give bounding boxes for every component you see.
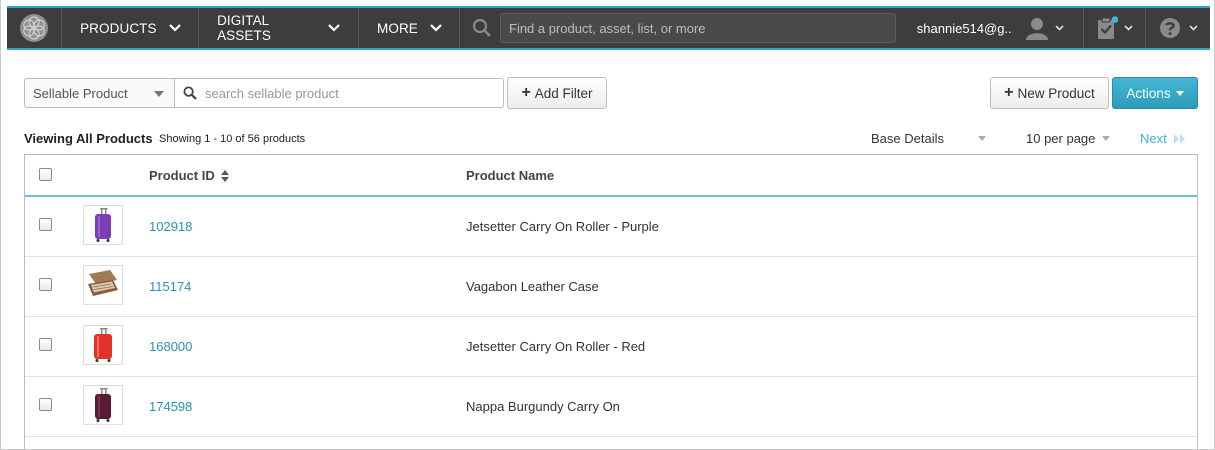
chevron-down-icon — [1055, 25, 1064, 31]
plus-icon: + — [521, 84, 531, 101]
logo-flower-icon — [20, 14, 49, 42]
logo[interactable] — [7, 8, 63, 48]
products-table: Product ID Product Name 102918 Jetsetter… — [24, 154, 1198, 450]
caret-down-icon — [1175, 90, 1184, 96]
search-icon[interactable] — [472, 18, 492, 38]
product-thumbnail[interactable] — [83, 385, 123, 425]
chevron-down-icon — [1124, 25, 1133, 31]
tasks-menu[interactable] — [1084, 8, 1147, 48]
product-name: Vagabon Leather Case — [466, 279, 599, 294]
suitcase-icon — [95, 388, 111, 422]
table-row[interactable]: 102918 Jetsetter Carry On Roller - Purpl… — [25, 197, 1197, 257]
product-name: Nappa Burgundy Carry On — [466, 399, 620, 414]
chevron-down-icon — [328, 24, 340, 32]
table-row[interactable]: 168000 Jetsetter Carry On Roller - Red — [25, 317, 1197, 377]
viewing-label: Viewing All Products — [24, 131, 153, 146]
product-type-select[interactable]: Sellable Product — [24, 78, 175, 108]
nav-products-menu[interactable]: PRODUCTS — [62, 8, 200, 48]
nav-products-label: PRODUCTS — [80, 20, 157, 36]
double-chevron-right-icon — [1173, 133, 1187, 145]
column-header-product-id[interactable]: Product ID — [149, 168, 229, 183]
user-menu[interactable]: shannie514@g... — [916, 8, 1085, 48]
user-email: shannie514@g... — [916, 20, 1013, 36]
caret-down-icon — [978, 136, 986, 141]
product-id-link[interactable]: 168000 — [149, 339, 192, 354]
global-search — [460, 8, 899, 48]
nav-more-label: MORE — [377, 20, 418, 36]
chevron-down-icon — [168, 24, 181, 32]
suitcase-icon — [95, 208, 111, 242]
product-search — [174, 78, 504, 108]
select-all-checkbox[interactable] — [39, 168, 52, 181]
help-icon — [1159, 17, 1181, 39]
nav-more-menu[interactable]: MORE — [359, 8, 460, 48]
search-icon — [183, 86, 197, 100]
table-header: Product ID Product Name — [25, 155, 1197, 197]
add-filter-button[interactable]: + Add Filter — [507, 77, 607, 109]
product-name: Jetsetter Carry On Roller - Purple — [466, 219, 659, 234]
nav-digital-assets-menu[interactable]: DIGITAL ASSETS — [199, 8, 359, 48]
app-frame: PRODUCTS DIGITAL ASSETS MORE shannie514@… — [0, 0, 1215, 450]
product-thumbnail[interactable] — [83, 325, 123, 365]
new-product-label: New Product — [1017, 85, 1095, 101]
plus-icon: + — [1004, 84, 1014, 101]
chevron-down-icon — [1188, 25, 1198, 31]
product-id-link[interactable]: 102918 — [149, 219, 192, 234]
nav-digital-assets-label: DIGITAL ASSETS — [217, 13, 271, 43]
row-checkbox[interactable] — [39, 278, 52, 291]
per-page-selected: 10 per page — [1026, 131, 1096, 146]
next-page-button[interactable]: Next — [1140, 131, 1187, 146]
product-type-selected: Sellable Product — [33, 85, 128, 101]
column-label: Product Name — [466, 168, 555, 183]
sort-icon — [220, 169, 229, 182]
user-icon — [1025, 16, 1049, 40]
help-menu[interactable] — [1146, 8, 1210, 48]
new-product-button[interactable]: + New Product — [990, 77, 1109, 109]
next-label: Next — [1140, 131, 1167, 146]
row-checkbox[interactable] — [39, 338, 52, 351]
showing-count: Showing 1 - 10 of 56 products — [159, 133, 306, 145]
add-filter-label: Add Filter — [534, 85, 593, 101]
chevron-down-icon — [430, 24, 442, 32]
table-row[interactable]: 174598 Nappa Burgundy Carry On — [25, 377, 1197, 437]
leather-case-icon — [88, 270, 118, 296]
product-thumbnail[interactable] — [83, 265, 123, 305]
row-checkbox[interactable] — [39, 218, 52, 231]
caret-down-icon — [1102, 136, 1110, 141]
product-id-link[interactable]: 115174 — [149, 279, 191, 294]
top-nav-bar: PRODUCTS DIGITAL ASSETS MORE shannie514@… — [7, 6, 1210, 50]
per-page-select[interactable]: 10 per page — [1026, 131, 1114, 146]
product-search-input[interactable] — [205, 85, 495, 101]
table-row[interactable]: 115174 Vagabon Leather Case — [25, 257, 1197, 317]
task-clipboard-icon — [1096, 16, 1119, 40]
product-thumbnail[interactable] — [83, 205, 123, 245]
view-select[interactable]: Base Details — [871, 131, 989, 146]
column-label: Product ID — [149, 168, 215, 183]
caret-down-icon — [154, 91, 164, 97]
product-name: Jetsetter Carry On Roller - Red — [466, 339, 646, 354]
actions-label: Actions — [1126, 85, 1171, 101]
global-search-input[interactable] — [500, 13, 896, 43]
suitcase-icon — [94, 328, 112, 362]
product-id-link[interactable]: 174598 — [149, 399, 192, 414]
column-header-product-name[interactable]: Product Name — [466, 168, 554, 183]
view-selected: Base Details — [871, 131, 944, 146]
actions-button[interactable]: Actions — [1112, 77, 1198, 109]
row-checkbox[interactable] — [39, 398, 52, 411]
